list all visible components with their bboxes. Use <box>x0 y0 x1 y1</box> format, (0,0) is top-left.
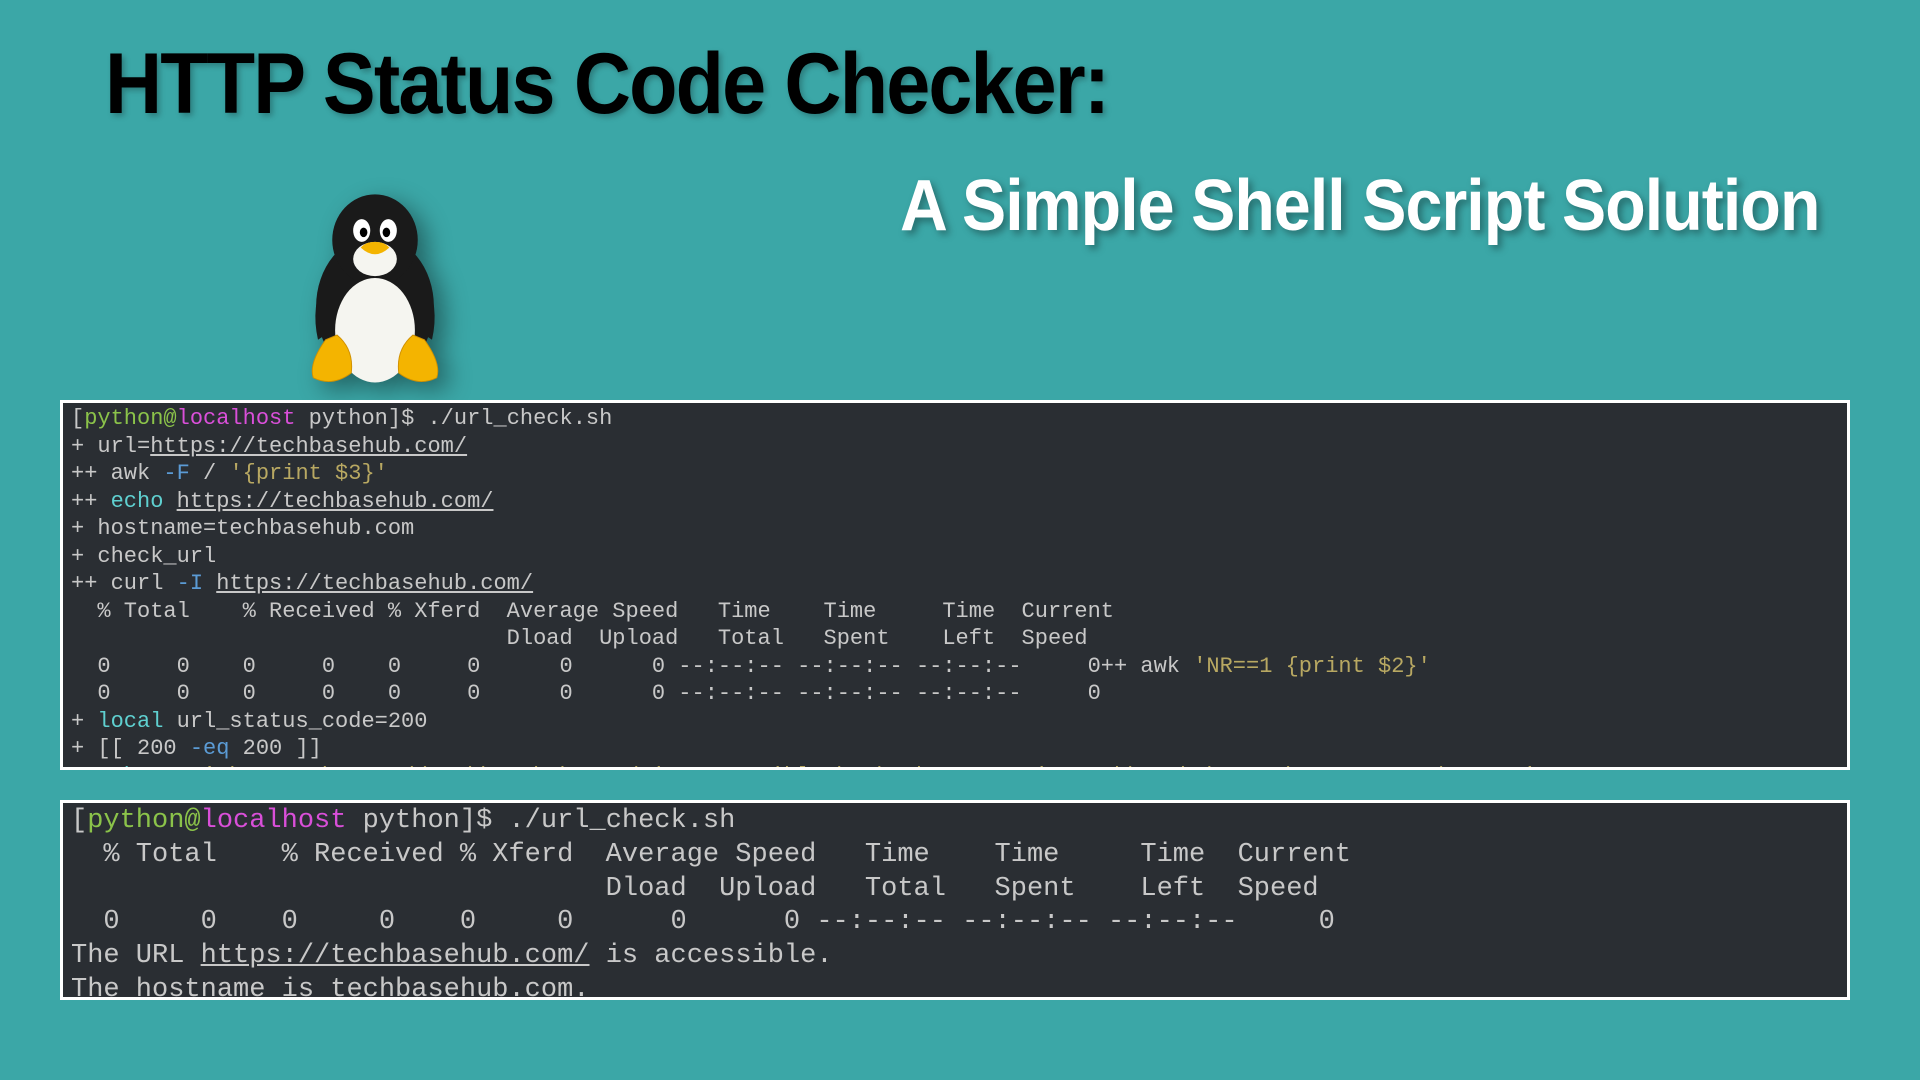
main-title: HTTP Status Code Checker: <box>105 35 1108 134</box>
sub-title: A Simple Shell Script Solution <box>900 165 1819 247</box>
terminal-output-1: [python@localhost python]$ ./url_check.s… <box>60 400 1850 770</box>
terminal-output-2: [python@localhost python]$ ./url_check.s… <box>60 800 1850 1000</box>
tux-icon <box>280 180 470 395</box>
